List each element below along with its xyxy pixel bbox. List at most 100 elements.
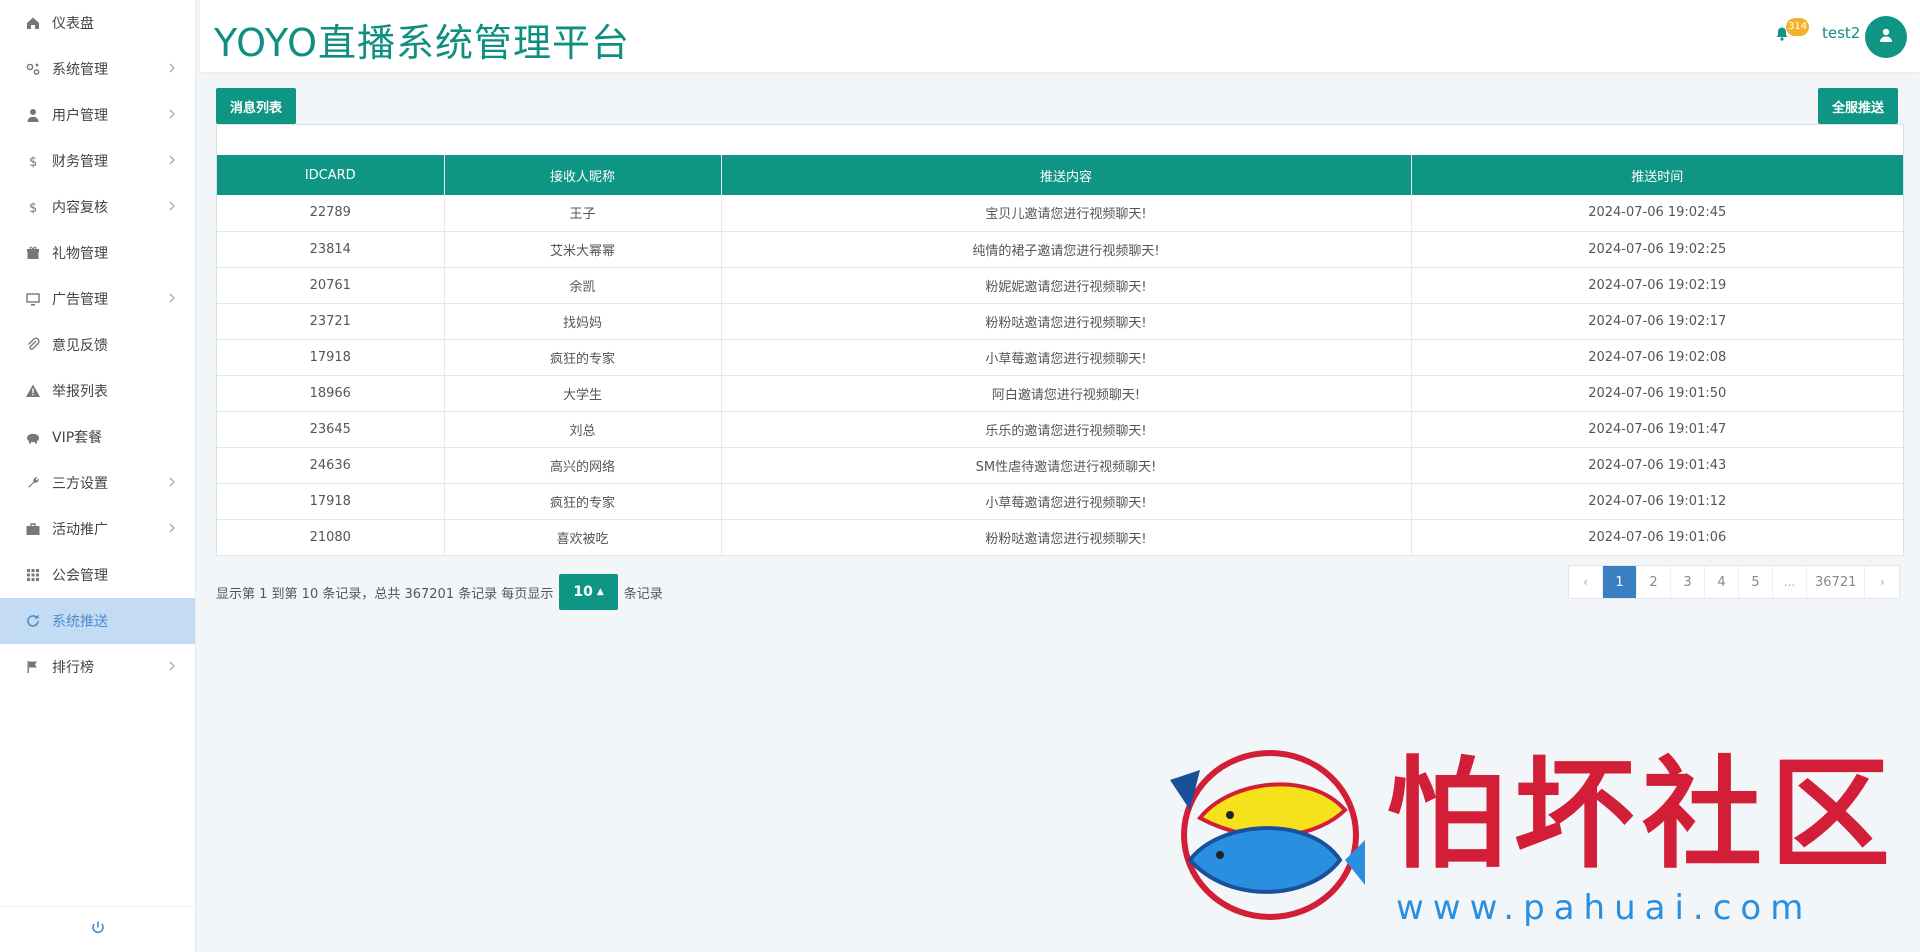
sidebar-item-label: 活动推广	[52, 522, 108, 538]
chevron-right-icon	[165, 291, 181, 307]
table-cell: SM性虐待邀请您进行视频聊天!	[721, 447, 1412, 484]
table-cell: 找妈妈	[444, 303, 722, 340]
prev-page-button[interactable]: ‹	[1569, 566, 1603, 598]
table-cell: 小草莓邀请您进行视频聊天!	[721, 483, 1412, 520]
page-button[interactable]: 1	[1603, 566, 1637, 598]
sidebar-item-1[interactable]: 仪表盘	[0, 0, 195, 46]
table-cell: 喜欢被吃	[444, 519, 722, 556]
sidebar-item-label: VIP套餐	[52, 430, 103, 446]
gift-icon	[24, 244, 42, 262]
sidebar-item-12[interactable]: 活动推广	[0, 506, 195, 552]
user-icon	[24, 106, 42, 124]
page-button[interactable]: 2	[1637, 566, 1671, 598]
table-cell: 疯狂的专家	[444, 483, 722, 520]
sidebar-item-8[interactable]: 意见反馈	[0, 322, 195, 368]
table-cell: 2024-07-06 19:02:45	[1411, 195, 1903, 232]
page-button[interactable]: 5	[1739, 566, 1773, 598]
settings-icon	[24, 60, 42, 78]
sidebar-item-5[interactable]: $ 内容复核	[0, 184, 195, 230]
table-row: 22789 王子 宝贝儿邀请您进行视频聊天! 2024-07-06 19:02:45	[217, 195, 1903, 232]
watermark-url: www.pahuai.com	[1396, 888, 1813, 928]
table-cell: 17918	[217, 339, 445, 376]
table-cell: 粉妮妮邀请您进行视频聊天!	[721, 267, 1412, 304]
table-cell: 2024-07-06 19:02:19	[1411, 267, 1903, 304]
table-cell: 2024-07-06 19:01:47	[1411, 411, 1903, 448]
table-row: 23721 找妈妈 粉粉哒邀请您进行视频聊天! 2024-07-06 19:02:17	[217, 303, 1903, 340]
sidebar-item-7[interactable]: 广告管理	[0, 276, 195, 322]
table-cell: 疯狂的专家	[444, 339, 722, 376]
sidebar-item-label: 公会管理	[52, 568, 108, 584]
username[interactable]: test2	[1822, 24, 1860, 42]
chevron-right-icon	[165, 107, 181, 123]
logout-button[interactable]	[0, 906, 196, 952]
chevron-right-icon	[165, 199, 181, 215]
table-cell: 23645	[217, 411, 445, 448]
column-header[interactable]: 接收人昵称	[444, 155, 722, 195]
table-cell: 小草莓邀请您进行视频聊天!	[721, 339, 1412, 376]
svg-text:$: $	[29, 155, 37, 169]
warning-icon	[24, 382, 42, 400]
column-header[interactable]: 推送时间	[1411, 155, 1903, 195]
watermark-text: 怕坏社区	[1386, 744, 1898, 885]
table-cell: 23721	[217, 303, 445, 340]
table-row: 18966 大学生 阿白邀请您进行视频聊天! 2024-07-06 19:01:50	[217, 375, 1903, 412]
svg-text:$: $	[29, 201, 37, 215]
records-suffix: 条记录	[623, 586, 663, 602]
dollar-icon: $	[24, 198, 42, 216]
table-cell: 17918	[217, 483, 445, 520]
sidebar-item-15[interactable]: 排行榜	[0, 644, 195, 690]
sidebar-item-label: 意见反馈	[52, 338, 108, 354]
column-header[interactable]: IDCARD	[217, 155, 445, 195]
table-cell: 阿白邀请您进行视频聊天!	[721, 375, 1412, 412]
table-row: 23645 刘总 乐乐的邀请您进行视频聊天! 2024-07-06 19:01:47	[217, 411, 1903, 448]
message-table: IDCARD 接收人昵称 推送内容 推送时间 22789 王子 宝贝儿邀请您进行视频聊天!…	[217, 155, 1903, 556]
sidebar-item-2[interactable]: 系统管理	[0, 46, 195, 92]
page-button[interactable]: 4	[1705, 566, 1739, 598]
sidebar-item-3[interactable]: 用户管理	[0, 92, 195, 138]
table-row: 23814 艾米大幂幂 纯情的裙子邀请您进行视频聊天! 2024-07-06 19:0…	[217, 231, 1903, 268]
power-icon	[90, 920, 106, 940]
table-cell: 21080	[217, 519, 445, 556]
sidebar-item-11[interactable]: 三方设置	[0, 460, 195, 506]
fish-logo	[1170, 750, 1365, 920]
table-cell: 艾米大幂幂	[444, 231, 722, 268]
page-size-value: 10	[573, 584, 593, 600]
avatar[interactable]	[1865, 16, 1907, 58]
records-info: 显示第 1 到第 10 条记录，总共 367201 条记录 每页显示	[216, 586, 554, 602]
table-cell: 24636	[217, 447, 445, 484]
app-title: YOYO直播系统管理平台	[214, 21, 631, 65]
sidebar-item-13[interactable]: 公会管理	[0, 552, 195, 598]
table-cell: 2024-07-06 19:02:08	[1411, 339, 1903, 376]
table-body: 22789 王子 宝贝儿邀请您进行视频聊天! 2024-07-06 19:02:45 2…	[217, 195, 1903, 556]
next-page-button[interactable]: ›	[1865, 566, 1899, 598]
table-cell: 大学生	[444, 375, 722, 412]
page-button[interactable]: 3	[1671, 566, 1705, 598]
page-button[interactable]: 36721	[1807, 566, 1866, 598]
table-cell: 20761	[217, 267, 445, 304]
table-cell: 2024-07-06 19:02:17	[1411, 303, 1903, 340]
sidebar-item-9[interactable]: 举报列表	[0, 368, 195, 414]
sidebar-item-10[interactable]: VIP套餐	[0, 414, 195, 460]
monitor-icon	[24, 290, 42, 308]
table-cell: 余凯	[444, 267, 722, 304]
sidebar-item-label: 用户管理	[52, 108, 108, 124]
push-all-button[interactable]: 全服推送	[1818, 88, 1899, 124]
table-cell: 2024-07-06 19:01:50	[1411, 375, 1903, 412]
column-header[interactable]: 推送内容	[721, 155, 1412, 195]
page-size-dropdown[interactable]: 10 ▲	[559, 574, 618, 610]
sidebar-item-14[interactable]: 系统推送	[0, 598, 195, 644]
dollar-icon: $	[24, 152, 42, 170]
grid-icon	[24, 566, 42, 584]
sidebar-item-6[interactable]: 礼物管理	[0, 230, 195, 276]
message-table-panel: IDCARD 接收人昵称 推送内容 推送时间 22789 王子 宝贝儿邀请您进行视频聊天!…	[216, 124, 1904, 556]
table-row: 20761 余凯 粉妮妮邀请您进行视频聊天! 2024-07-06 19:02:19	[217, 267, 1903, 304]
page-ellipsis: ...	[1773, 566, 1807, 598]
table-footer-info: 显示第 1 到第 10 条记录，总共 367201 条记录 每页显示 10 ▲ …	[216, 574, 663, 610]
message-list-button[interactable]: 消息列表	[216, 88, 297, 124]
piggy-bank-icon	[24, 428, 42, 446]
sidebar-item-label: 广告管理	[52, 292, 108, 308]
sidebar-item-label: 仪表盘	[52, 16, 94, 32]
sidebar-item-label: 系统管理	[52, 62, 108, 78]
sidebar-item-4[interactable]: $ 财务管理	[0, 138, 195, 184]
table-cell: 2024-07-06 19:02:25	[1411, 231, 1903, 268]
